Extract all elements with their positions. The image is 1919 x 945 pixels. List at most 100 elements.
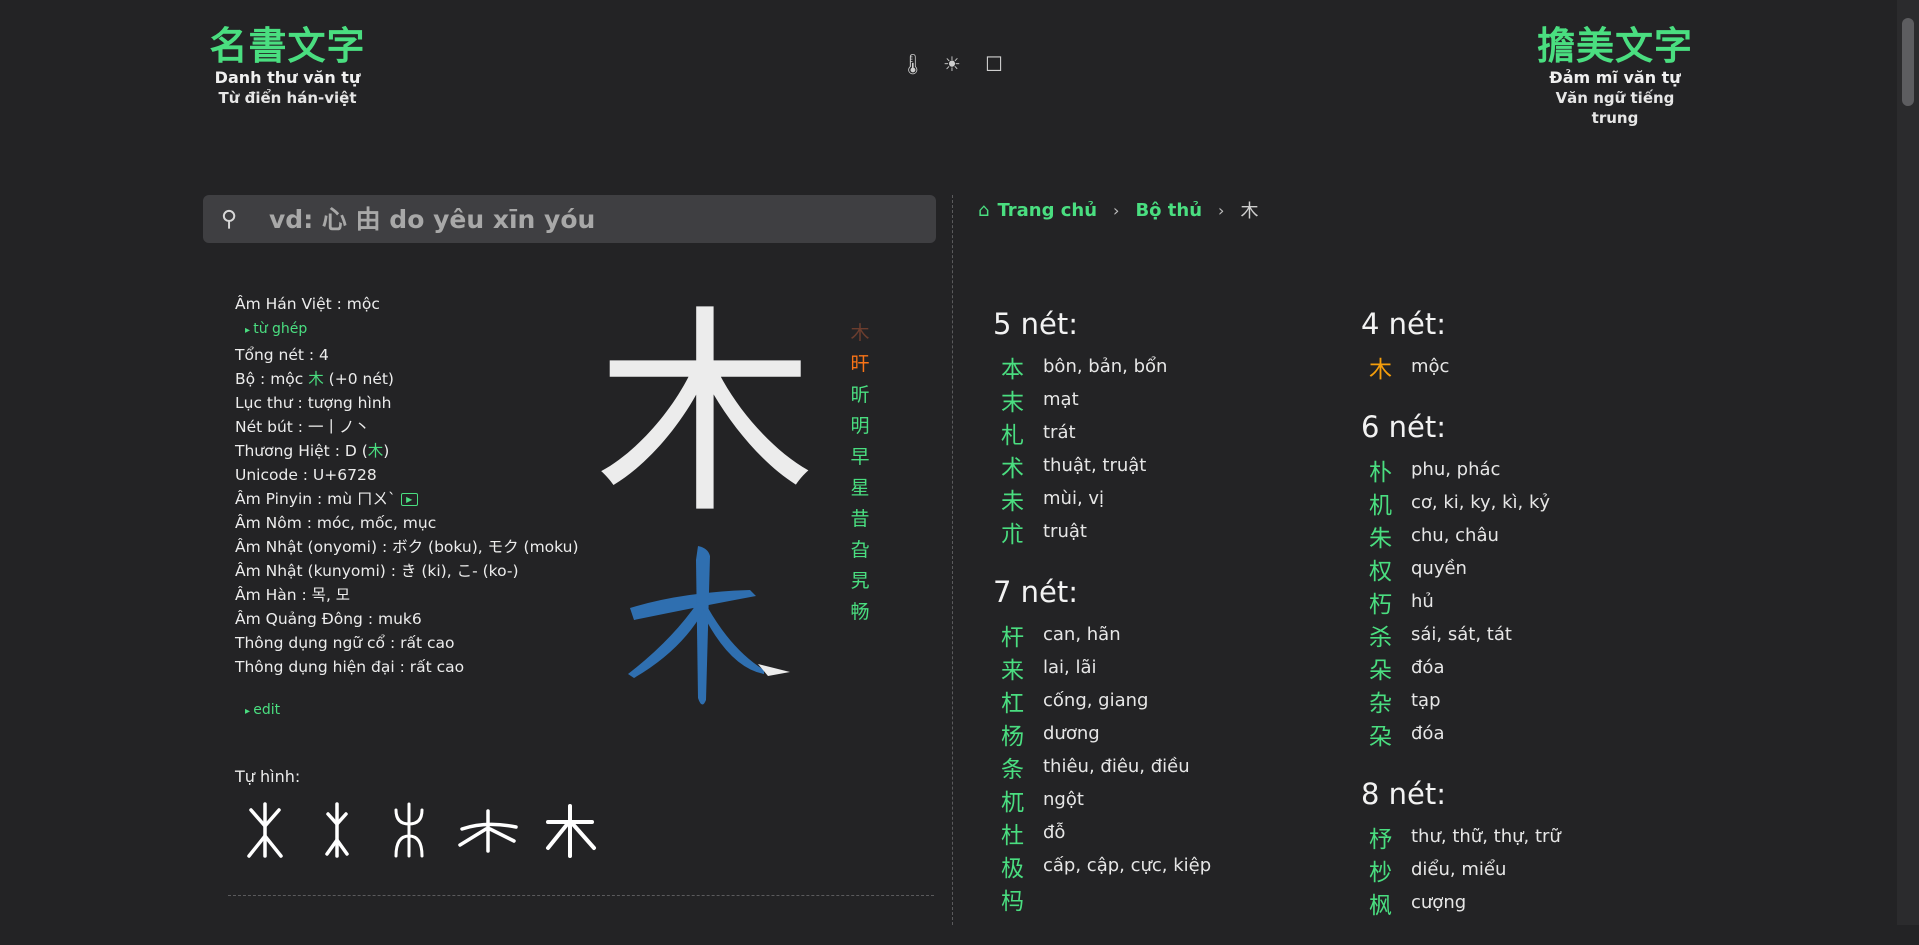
related-char[interactable]: 旯	[848, 566, 872, 597]
related-char[interactable]: 昕	[848, 380, 872, 411]
character-link[interactable]: 杨	[1001, 717, 1035, 751]
character-list-item[interactable]: 机 cơ, ki, ky, kì, kỷ	[1361, 486, 1561, 519]
character-link[interactable]: 枫	[1369, 886, 1403, 920]
character-list-item[interactable]: 朽 hủ	[1361, 585, 1561, 618]
character-list-item[interactable]: 条 thiêu, điêu, điều	[993, 750, 1211, 783]
related-char[interactable]: 木	[848, 318, 872, 349]
home-icon[interactable]: ⌂	[978, 200, 989, 221]
brand-dam-mi[interactable]: 擔美文字 Đảm mĩ văn tự Văn ngữ tiếng trung	[1535, 24, 1695, 128]
thong-dung-hien-dai: Thông dụng hiện đại : rất cao	[235, 658, 465, 676]
character-link[interactable]: 札	[1001, 416, 1035, 450]
character-list-item[interactable]: 朮 truật	[993, 515, 1211, 548]
character-list-item[interactable]: 极 cấp, cập, cực, kiệp	[993, 849, 1211, 882]
character-link[interactable]: 权	[1369, 552, 1403, 586]
breadcrumb-home[interactable]: Trang chủ	[997, 200, 1097, 221]
character-link[interactable]: 朴	[1369, 453, 1403, 487]
am-quang-dong: Âm Quảng Đông : muk6	[235, 610, 422, 628]
breadcrumb-section[interactable]: Bộ thủ	[1135, 200, 1202, 221]
character-link[interactable]: 朽	[1369, 585, 1403, 619]
character-link[interactable]: 条	[1001, 750, 1035, 784]
character-reading: thiêu, điêu, điều	[1043, 756, 1190, 777]
character-link[interactable]: 杠	[1001, 684, 1035, 718]
character-list-item[interactable]: 术 thuật, truật	[993, 449, 1211, 482]
character-link[interactable]: 朵	[1369, 651, 1403, 685]
related-char[interactable]: 明	[848, 411, 872, 442]
character-list-item[interactable]: 杜 đỗ	[993, 816, 1211, 849]
edit-link[interactable]: edit	[245, 702, 280, 718]
character-reading: đóa	[1411, 657, 1445, 678]
search-icon[interactable]: ⚲	[221, 207, 245, 232]
thuong-hiet-char[interactable]: 木	[368, 442, 384, 460]
character-link[interactable]: 朶	[1369, 717, 1403, 751]
sun-icon[interactable]: ☀	[942, 52, 962, 76]
thermometer-icon[interactable]: 🌡	[900, 52, 925, 76]
toolbar: 🌡 ☀ ☐	[900, 52, 1004, 76]
character-reading: hủ	[1411, 591, 1434, 612]
related-char[interactable]: 昔	[848, 504, 872, 535]
character-list-item[interactable]: 未 mùi, vị	[993, 482, 1211, 515]
character-link[interactable]: 末	[1001, 383, 1035, 417]
character-list-item[interactable]: 末 mạt	[993, 383, 1211, 416]
character-list-item[interactable]: 杼 thư, thữ, thự, trữ	[1361, 820, 1561, 853]
scrollbar-thumb[interactable]	[1902, 18, 1914, 106]
brand-logo[interactable]: 名書文字	[205, 24, 370, 68]
character-link[interactable]: 杀	[1369, 618, 1403, 652]
seal-glyph-2	[456, 800, 520, 860]
character-list-item[interactable]: 杩	[993, 882, 1211, 915]
character-link[interactable]: 术	[1001, 449, 1035, 483]
character-list-item[interactable]: 本 bôn, bản, bổn	[993, 350, 1211, 383]
character-list-item[interactable]: 朶 đóa	[1361, 717, 1561, 750]
character-link[interactable]: 杪	[1369, 853, 1403, 887]
character-link[interactable]: 朮	[1001, 515, 1035, 549]
character-list-item[interactable]: 朴 phu, phác	[1361, 453, 1561, 486]
scrollbar[interactable]	[1897, 0, 1919, 925]
character-link[interactable]: 本	[1001, 350, 1035, 384]
play-audio-icon[interactable]: ▶	[400, 493, 418, 506]
character-list-item[interactable]: 杠 cống, giang	[993, 684, 1211, 717]
character-link[interactable]: 来	[1001, 651, 1035, 685]
character-list-item[interactable]: 朱 chu, châu	[1361, 519, 1561, 552]
character-link[interactable]: 未	[1001, 482, 1035, 516]
bo-char-link[interactable]: 木	[308, 370, 324, 388]
character-link[interactable]: 木	[1369, 350, 1403, 384]
character-link[interactable]: 杩	[1001, 882, 1035, 916]
square-icon[interactable]: ☐	[984, 52, 1004, 76]
character-list-item[interactable]: 朵 đóa	[1361, 651, 1561, 684]
search-bar[interactable]: ⚲	[203, 195, 936, 243]
character-list-item[interactable]: 枫 cượng	[1361, 886, 1561, 919]
character-link[interactable]: 杌	[1001, 783, 1035, 817]
character-link[interactable]: 朱	[1369, 519, 1403, 553]
character-link[interactable]: 杂	[1369, 684, 1403, 718]
character-link[interactable]: 机	[1369, 486, 1403, 520]
character-reading: mùi, vị	[1043, 488, 1105, 509]
character-list-item[interactable]: 木 mộc	[1361, 350, 1561, 383]
related-char[interactable]: 早	[848, 442, 872, 473]
am-pinyin-text: Âm Pinyin : mù ㄇㄨˋ	[235, 490, 396, 508]
character-link[interactable]: 杜	[1001, 816, 1035, 850]
character-link[interactable]: 杼	[1369, 820, 1403, 854]
related-char[interactable]: 畅	[848, 597, 872, 628]
search-input[interactable]	[267, 203, 936, 235]
character-list-item[interactable]: 札 trát	[993, 416, 1211, 449]
character-list-item[interactable]: 杌 ngột	[993, 783, 1211, 816]
related-char[interactable]: 星	[848, 473, 872, 504]
character-link[interactable]: 杆	[1001, 618, 1035, 652]
brand-danh-thu[interactable]: 名書文字 Danh thư văn tự Từ điển hán-việt	[205, 24, 370, 108]
character-list-item[interactable]: 杪 diểu, miểu	[1361, 853, 1561, 886]
character-reading: chu, châu	[1411, 525, 1499, 546]
main-character: 木	[595, 287, 816, 543]
related-char[interactable]: 旰	[848, 349, 872, 380]
character-list-item[interactable]: 权 quyền	[1361, 552, 1561, 585]
brand-logo-right[interactable]: 擔美文字	[1535, 24, 1695, 68]
character-list-item[interactable]: 杨 dương	[993, 717, 1211, 750]
character-list-item[interactable]: 杆 can, hãn	[993, 618, 1211, 651]
character-list-item[interactable]: 来 lai, lãi	[993, 651, 1211, 684]
character-link[interactable]: 极	[1001, 849, 1035, 883]
stroke-order-animation	[628, 546, 790, 705]
character-info: Âm Hán Việt : mộc từ ghép Tổng nét : 4 B…	[235, 292, 579, 679]
character-list-item[interactable]: 杂 tạp	[1361, 684, 1561, 717]
character-reading: cượng	[1411, 892, 1467, 913]
character-list-item[interactable]: 杀 sái, sát, tát	[1361, 618, 1561, 651]
tu-ghep-link[interactable]: từ ghép	[245, 321, 307, 337]
related-char[interactable]: 旮	[848, 535, 872, 566]
